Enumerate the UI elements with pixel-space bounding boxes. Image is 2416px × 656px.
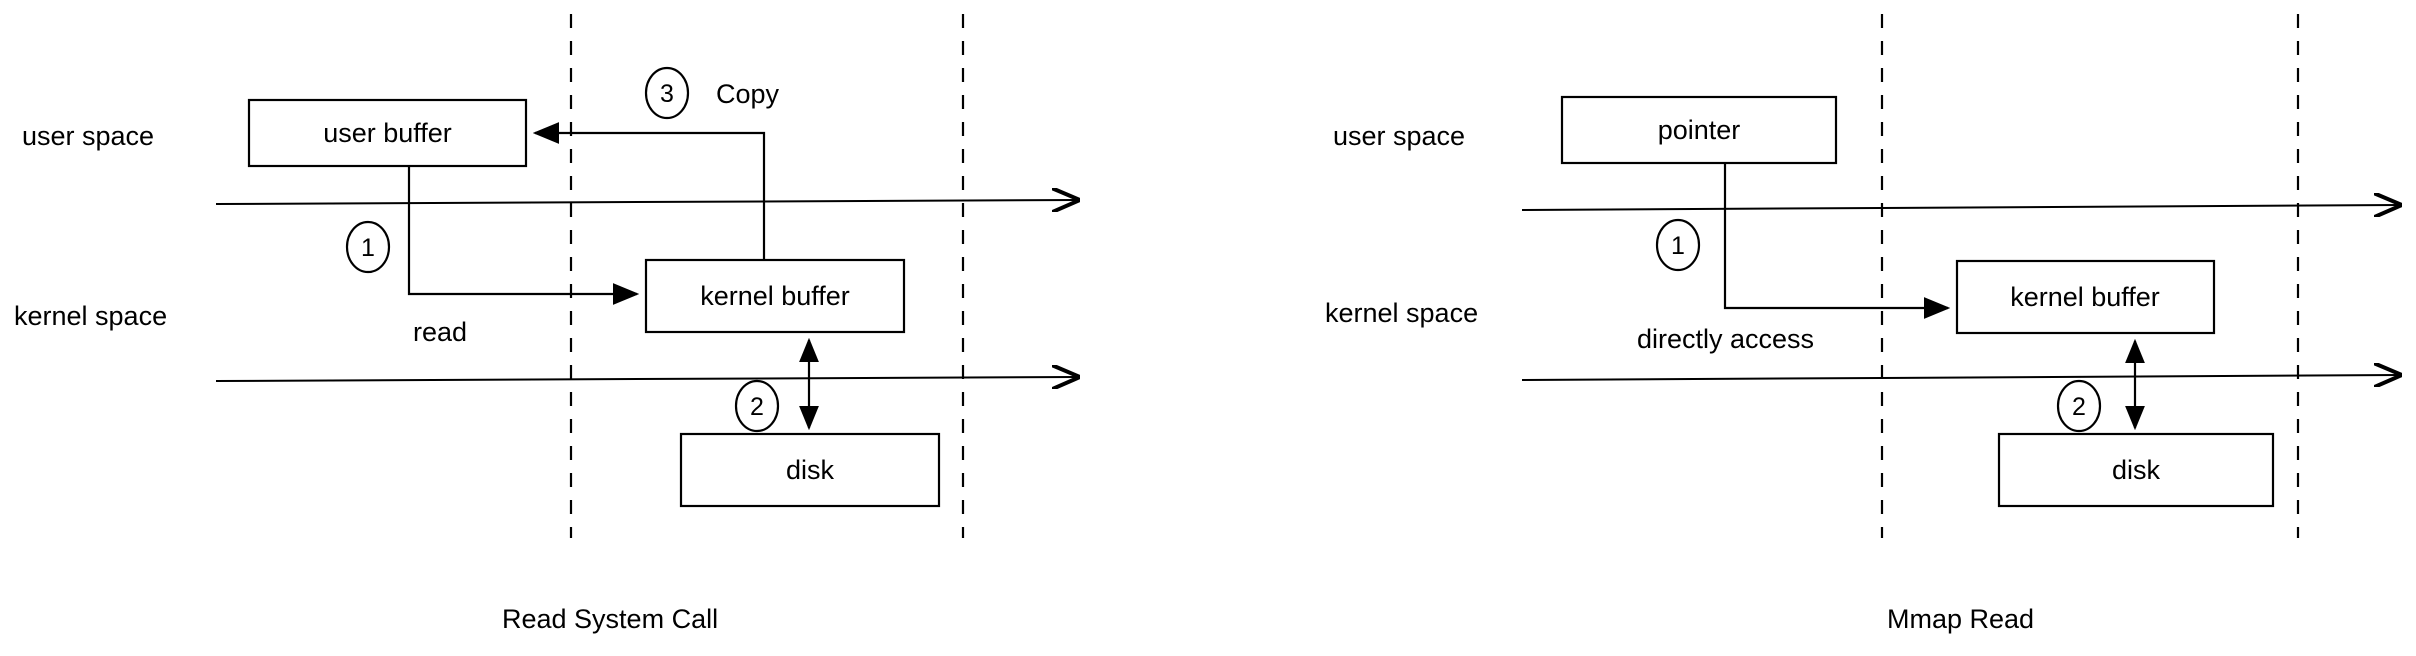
left-user-space-label: user space <box>22 121 154 151</box>
left-step-badge-3-number: 3 <box>660 80 674 108</box>
left-step-badge-1-number: 1 <box>361 234 375 262</box>
left-copy-annotation: Copy <box>716 79 780 109</box>
right-panel-caption: Mmap Read <box>1887 604 2034 634</box>
diagram-canvas: user buffer kernel buffer disk 1 2 3 Cop… <box>0 0 2416 656</box>
right-step-badge-1-number: 1 <box>1671 232 1685 260</box>
right-step1-directly-access-arrow <box>1723 163 1951 319</box>
left-step1-read-arrow <box>407 166 640 305</box>
left-read-annotation: read <box>413 317 467 347</box>
box-disk-right-label: disk <box>2112 455 2161 485</box>
right-user-timeline-axis <box>1521 205 2400 210</box>
box-pointer-label: pointer <box>1658 115 1741 145</box>
right-user-space-label: user space <box>1333 121 1465 151</box>
left-panel-caption: Read System Call <box>502 604 718 634</box>
box-kernel-buffer-right-label: kernel buffer <box>2010 282 2160 312</box>
box-kernel-buffer-label: kernel buffer <box>700 281 850 311</box>
right-kernel-space-label: kernel space <box>1325 298 1478 328</box>
diagram-svg: user buffer kernel buffer disk 1 2 3 Cop… <box>14 14 2416 634</box>
right-kernel-timeline-axis <box>1521 375 2400 380</box>
left-kernel-space-label: kernel space <box>14 301 167 331</box>
left-kernel-timeline-axis <box>215 377 1078 381</box>
right-directly-access-annotation: directly access <box>1637 324 1814 354</box>
box-disk-label: disk <box>786 455 835 485</box>
left-step3-copy-arrow <box>532 122 766 260</box>
box-user-buffer-label: user buffer <box>323 118 452 148</box>
left-step-badge-2-number: 2 <box>750 393 764 421</box>
right-step-badge-2-number: 2 <box>2072 393 2086 421</box>
left-user-timeline-axis <box>215 200 1078 204</box>
